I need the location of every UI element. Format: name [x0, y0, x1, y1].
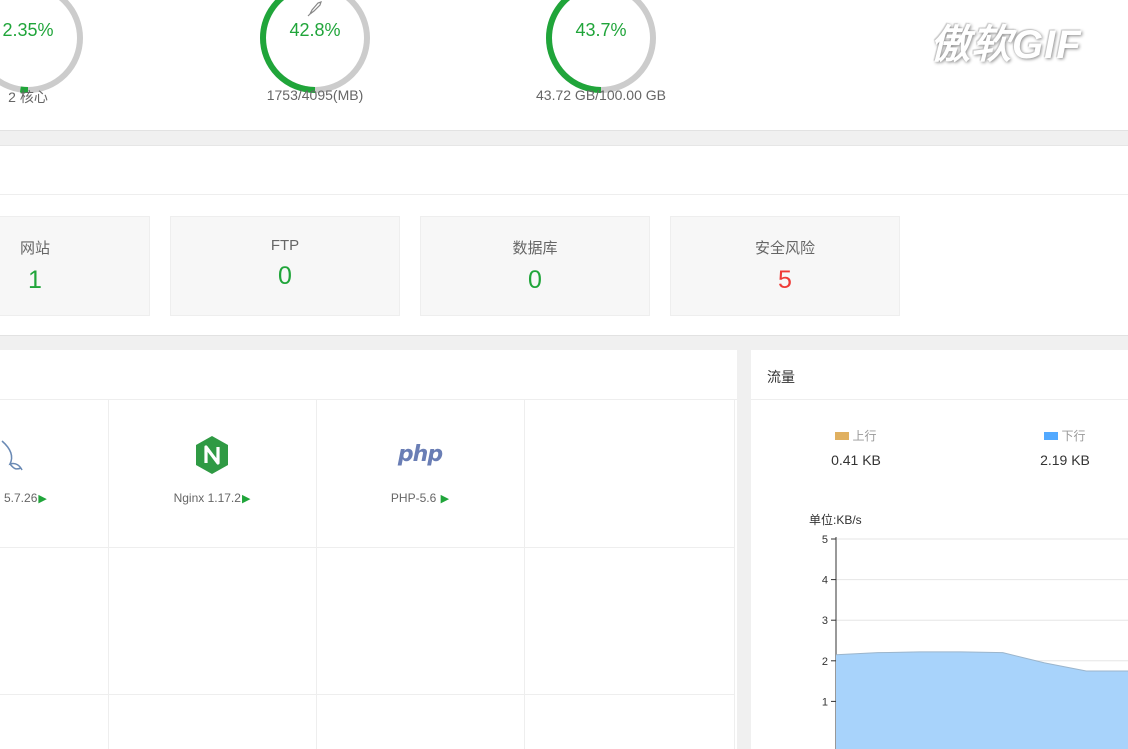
stat-label: 网站 — [19, 240, 50, 257]
grid-divider — [0, 547, 735, 548]
traffic-panel: 流量 上行 0.41 KB 下行 2.19 KB 单位:KB/s 1 2 3 4 5 — [751, 350, 1128, 749]
stat-label: 数据库 — [512, 240, 558, 257]
grid-divider — [0, 694, 735, 695]
play-icon[interactable]: ▶ — [242, 493, 250, 505]
cpu-cores: 2 核心 — [8, 89, 48, 105]
nginx-icon — [196, 436, 228, 474]
cpu-gauge[interactable]: 2.35% 2 核心 — [0, 0, 88, 105]
disk-ring — [546, 0, 656, 93]
grid-divider — [524, 400, 525, 749]
memory-usage: 1753/4095(MB) — [266, 87, 364, 103]
y-tick-label: 5 — [822, 534, 828, 546]
download-swatch — [1044, 432, 1059, 440]
stat-card-ftp[interactable]: FTP 0 — [170, 216, 400, 316]
cpu-ring — [0, 0, 83, 93]
stat-card-security-risk[interactable]: 安全风险 5 — [670, 216, 900, 316]
legend-upload-label: 上行 — [852, 429, 877, 443]
software-item-php[interactable]: php PHP-5.6 ▶ — [316, 350, 524, 505]
legend-download-label: 下行 — [1061, 429, 1086, 443]
upload-value: 0.41 KB — [831, 452, 881, 468]
stat-value[interactable]: 0 — [421, 266, 649, 295]
play-icon[interactable]: ▶ — [38, 493, 46, 505]
grid-divider — [734, 400, 735, 749]
y-tick-label: 3 — [822, 615, 828, 627]
memory-gauge[interactable]: 42.8% 1753/4095(MB) — [255, 0, 375, 103]
status-gauges-panel: 2.35% 2 核心 42.8% 1753/4095(MB) 43.7% 43.… — [0, 0, 1128, 131]
cpu-ring-fill — [0, 0, 83, 93]
upload-swatch — [835, 432, 850, 440]
watermark-logo: 傲软GIF — [930, 23, 1082, 67]
traffic-title: 流量 — [751, 350, 1128, 400]
software-item-label[interactable]: Nginx 1.17.2▶ — [108, 491, 316, 505]
stat-label: 安全风险 — [754, 240, 815, 257]
traffic-chart[interactable]: 1 2 3 4 5 — [751, 530, 1128, 749]
stat-label: FTP — [270, 237, 300, 254]
stat-card-database[interactable]: 数据库 0 — [420, 216, 650, 316]
overview-panel: 网站 1 FTP 0 数据库 0 安全风险 5 — [0, 145, 1128, 336]
php-icon: php — [397, 442, 443, 467]
play-icon[interactable]: ▶ — [441, 493, 449, 505]
software-item-label[interactable]: PHP-5.6 ▶ — [316, 491, 524, 505]
rocket-icon[interactable] — [255, 0, 375, 18]
cpu-percent: 2.35% — [2, 20, 54, 40]
dashboard: 2.35% 2 核心 42.8% 1753/4095(MB) 43.7% 43.… — [0, 0, 1128, 749]
download-value: 2.19 KB — [1040, 452, 1090, 468]
download-area — [836, 651, 1128, 749]
legend-upload[interactable]: 上行 0.41 KB — [791, 427, 921, 468]
overview-header — [0, 146, 1128, 195]
y-tick-label: 4 — [822, 575, 828, 587]
disk-gauge[interactable]: 43.7% 43.72 GB/100.00 GB — [536, 0, 666, 103]
mysql-icon — [1, 440, 23, 471]
software-item-nginx[interactable]: Nginx 1.17.2▶ — [108, 350, 316, 505]
y-tick-label: 1 — [822, 696, 828, 708]
software-panel: 5.7.26▶ Nginx 1.17.2▶ php PHP-5.6 ▶ — [0, 350, 737, 749]
software-item-mysql[interactable]: 5.7.26▶ — [0, 350, 108, 505]
chart-unit-label: 单位:KB/s — [809, 513, 862, 527]
stat-value[interactable]: 0 — [171, 262, 399, 291]
stat-value[interactable]: 1 — [0, 266, 149, 295]
y-tick-label: 2 — [822, 656, 828, 668]
stat-value[interactable]: 5 — [671, 266, 899, 295]
legend-download[interactable]: 下行 2.19 KB — [1000, 427, 1128, 468]
disk-percent: 43.7% — [575, 20, 627, 40]
memory-percent: 42.8% — [289, 20, 341, 40]
stat-card-sites[interactable]: 网站 1 — [0, 216, 150, 316]
disk-usage: 43.72 GB/100.00 GB — [536, 87, 666, 103]
software-item-label[interactable]: 5.7.26▶ — [4, 491, 47, 505]
